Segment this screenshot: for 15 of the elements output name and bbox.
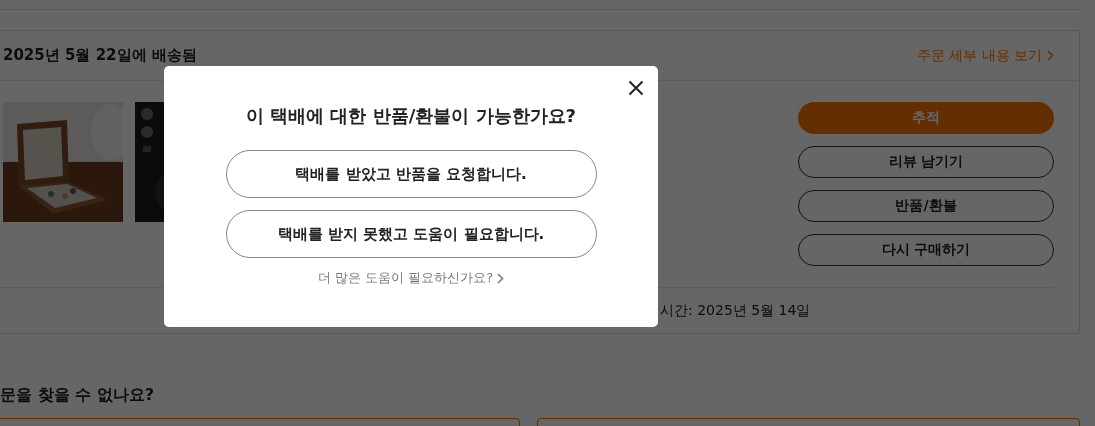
close-icon[interactable] [628,80,644,96]
option-button[interactable]: 택배를 받았고 반품을 요청합니다. [225,150,597,198]
chevron-right-icon [497,272,505,284]
order-details-link[interactable]: 주문 세부 내용 보기 [916,46,1054,65]
action-button[interactable]: 리뷰 남기기 [798,146,1054,178]
action-button[interactable]: 반품/환불 [798,190,1054,222]
action-button[interactable]: 다시 구매하기 [798,234,1054,266]
delivery-status: 2025년 5월 22일에 배송됨 [3,46,197,65]
section-title: 문을 찾을 수 없나요? [0,384,155,406]
order-date: 시간: 2025년 5월 14일 [660,301,811,320]
track-button[interactable]: 추적 [798,102,1054,134]
dialog-title: 이 택배에 대한 반품/환불이 가능한가요? [245,104,577,128]
option-button[interactable]: 택배를 받지 못했고 도움이 필요합니다. [225,210,597,258]
more-help-link[interactable]: 더 많은 도움이 필요하신가요? [317,269,505,287]
chevron-right-icon [1047,50,1054,61]
